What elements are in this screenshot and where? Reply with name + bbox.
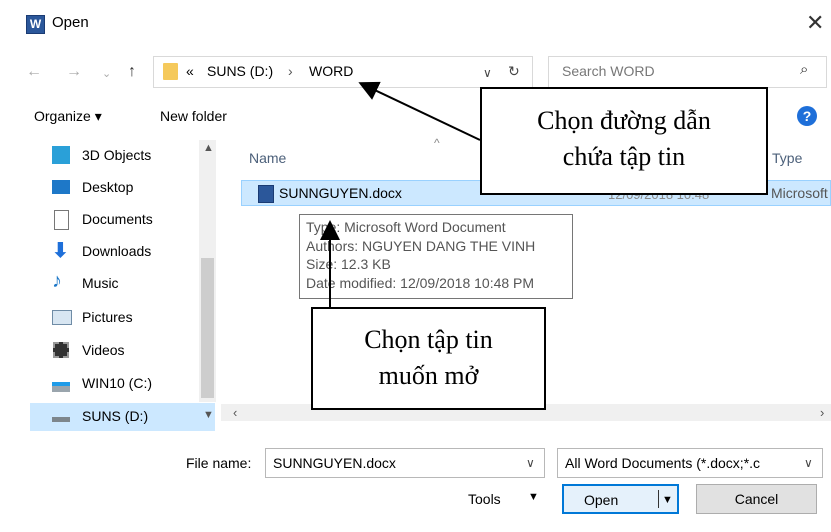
- filename-dropdown-icon[interactable]: ∨: [526, 456, 535, 470]
- open-split-divider: [658, 490, 659, 508]
- open-button[interactable]: Open ▼: [562, 484, 679, 514]
- arrow-to-address: [358, 81, 481, 141]
- cancel-button[interactable]: Cancel: [696, 484, 817, 514]
- filename-value[interactable]: SUNNGUYEN.docx: [273, 455, 396, 471]
- open-dropdown-icon[interactable]: ▼: [662, 486, 673, 514]
- tools-dropdown-icon[interactable]: ▼: [528, 491, 539, 503]
- filter-dropdown-icon[interactable]: ∨: [804, 456, 813, 470]
- filename-label: File name:: [186, 455, 252, 471]
- open-button-label: Open: [584, 492, 619, 508]
- file-type-filter-value[interactable]: All Word Documents (*.docx;*.c: [565, 455, 797, 471]
- tools-button[interactable]: Tools: [468, 491, 501, 507]
